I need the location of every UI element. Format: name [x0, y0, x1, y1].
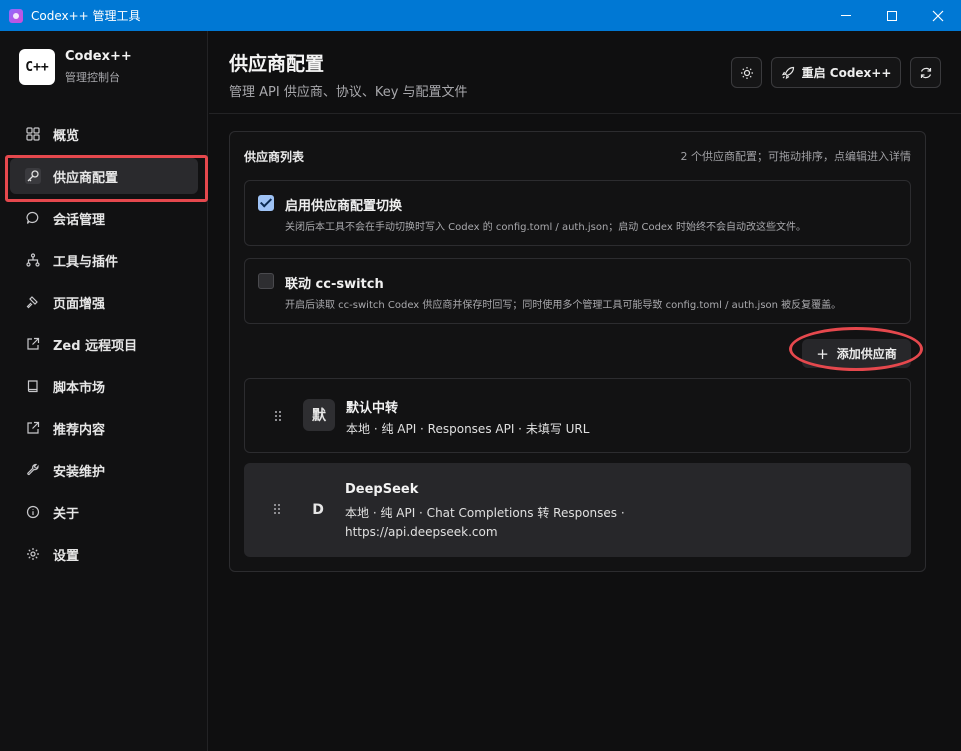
brand-subtitle: 管理控制台	[65, 71, 120, 84]
theme-toggle-button[interactable]	[731, 57, 762, 88]
provider-card[interactable]: 默 默认中转 本地 · 纯 API · Responses API · 未填写 …	[244, 378, 911, 453]
provider-card[interactable]: D DeepSeek 本地 · 纯 API · Chat Completions…	[244, 463, 911, 557]
minimize-button[interactable]	[823, 0, 869, 31]
refresh-button[interactable]	[910, 57, 941, 88]
brand-name: Codex++	[65, 49, 132, 64]
info-icon	[25, 504, 41, 520]
sidebar-item-overview[interactable]: 概览	[10, 116, 198, 152]
sun-icon	[740, 66, 753, 79]
sidebar-item-zed-remote[interactable]: Zed 远程项目	[10, 326, 198, 362]
sidebar-item-tools[interactable]: 工具与插件	[10, 242, 198, 278]
cc-switch-checkbox[interactable]	[258, 273, 274, 289]
hammer-icon	[25, 294, 41, 310]
provider-list-panel: 供应商列表 2 个供应商配置；可拖动排序，点编辑进入详情 启用供应商配置切换 关…	[229, 131, 926, 572]
restart-button[interactable]: 重启 Codex++	[771, 57, 901, 88]
option-title: 启用供应商配置切换	[285, 199, 403, 214]
wrench-icon	[25, 462, 41, 478]
option-description: 开启后读取 cc-switch Codex 供应商并保存时回写；同时使用多个管理…	[285, 300, 842, 311]
restart-label: 重启 Codex++	[801, 66, 892, 80]
sitemap-icon	[25, 252, 41, 268]
close-icon	[932, 10, 944, 21]
app-icon	[9, 8, 23, 23]
external-link-icon	[25, 420, 41, 436]
brand-logo: C++	[19, 49, 55, 85]
sidebar-item-label: Zed 远程项目	[53, 338, 138, 354]
option-description: 关闭后本工具不会在手动切换时写入 Codex 的 config.toml / a…	[285, 222, 806, 233]
sidebar-item-label: 安装维护	[53, 464, 106, 480]
sidebar-item-label: 脚本市场	[53, 380, 106, 396]
option-title: 联动 cc-switch	[285, 277, 384, 292]
brand: C++ Codex++ 管理控制台	[19, 49, 132, 85]
close-button[interactable]	[915, 0, 961, 31]
grid-icon	[25, 126, 41, 142]
panel-hint: 2 个供应商配置；可拖动排序，点编辑进入详情	[680, 150, 912, 163]
sidebar-item-settings[interactable]: 设置	[10, 536, 198, 572]
maximize-icon	[887, 10, 897, 21]
sidebar: C++ Codex++ 管理控制台 概览 供应商配置 会话管理 工具与插件 页面…	[0, 31, 208, 751]
sidebar-item-label: 会话管理	[53, 212, 106, 228]
sidebar-item-maintenance[interactable]: 安装维护	[10, 452, 198, 488]
main-content: 供应商配置 管理 API 供应商、协议、Key 与配置文件 重启 Codex++…	[209, 31, 961, 751]
panel-title: 供应商列表	[244, 150, 305, 164]
page-title: 供应商配置	[229, 53, 325, 75]
provider-description: 本地 · 纯 API · Chat Completions 转 Response…	[345, 506, 625, 539]
refresh-icon	[920, 67, 931, 78]
page-header: 供应商配置 管理 API 供应商、协议、Key 与配置文件 重启 Codex++	[209, 31, 961, 114]
provider-description: 本地 · 纯 API · Responses API · 未填写 URL	[346, 422, 590, 436]
highlight-annotation	[5, 155, 208, 202]
highlight-annotation	[789, 327, 923, 371]
external-link-icon	[25, 336, 41, 352]
gear-icon	[25, 546, 41, 562]
window-title: Codex++ 管理工具	[31, 9, 141, 23]
rocket-icon	[781, 66, 795, 80]
chat-bubble-icon	[25, 210, 41, 226]
sidebar-item-sessions[interactable]: 会话管理	[10, 200, 198, 236]
provider-name: 默认中转	[346, 401, 399, 416]
option-cc-switch: 联动 cc-switch 开启后读取 cc-switch Codex 供应商并保…	[244, 258, 911, 324]
sidebar-item-about[interactable]: 关于	[10, 494, 198, 530]
window-titlebar: Codex++ 管理工具	[0, 0, 961, 31]
option-enable-switching: 启用供应商配置切换 关闭后本工具不会在手动切换时写入 Codex 的 confi…	[244, 180, 911, 246]
sidebar-item-recommended[interactable]: 推荐内容	[10, 410, 198, 446]
enable-switching-checkbox[interactable]	[258, 195, 274, 211]
sidebar-item-page-enhance[interactable]: 页面增强	[10, 284, 198, 320]
maximize-button[interactable]	[869, 0, 915, 31]
provider-avatar: 默	[303, 399, 335, 431]
sidebar-item-label: 页面增强	[53, 296, 106, 312]
sidebar-item-label: 工具与插件	[53, 254, 119, 270]
drag-handle-icon[interactable]	[274, 504, 280, 514]
provider-name: DeepSeek	[345, 482, 419, 497]
sidebar-item-label: 概览	[53, 128, 80, 144]
provider-avatar: D	[312, 502, 324, 518]
sidebar-item-label: 设置	[53, 548, 80, 564]
sidebar-item-label: 关于	[53, 506, 80, 522]
sidebar-item-label: 推荐内容	[53, 422, 106, 438]
book-icon	[25, 378, 41, 394]
drag-handle-icon[interactable]	[275, 411, 281, 421]
page-subtitle: 管理 API 供应商、协议、Key 与配置文件	[229, 85, 468, 100]
minimize-icon	[841, 15, 851, 16]
sidebar-item-script-market[interactable]: 脚本市场	[10, 368, 198, 404]
